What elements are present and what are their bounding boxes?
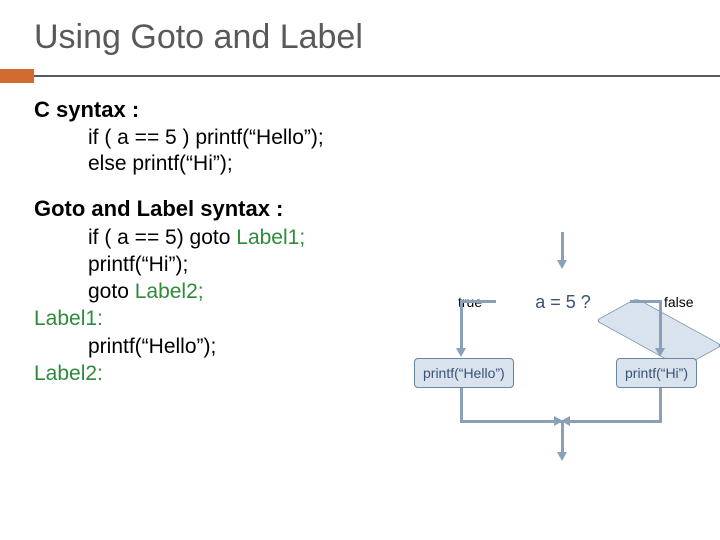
arrow-line <box>561 420 564 454</box>
process-box-right: printf(“Hi”) <box>616 358 697 388</box>
arrow-head-icon <box>456 348 466 357</box>
code-text: goto <box>88 280 135 303</box>
code-line: if ( a == 5 ) printf(“Hello”); <box>88 125 720 151</box>
arrow-line <box>561 232 564 262</box>
accent-bar <box>0 69 720 83</box>
arrow-line <box>460 420 564 423</box>
arrow-line <box>659 388 662 422</box>
goto-syntax-heading: Goto and Label syntax : <box>34 196 720 222</box>
accent-block <box>0 69 34 83</box>
false-label: false <box>664 294 694 310</box>
label-ref: Label1; <box>236 226 305 249</box>
decision-node: a = 5 ? <box>493 266 633 338</box>
slide-title: Using Goto and Label <box>0 0 720 61</box>
condition-text: a = 5 ? <box>535 292 591 313</box>
arrow-line <box>568 420 662 423</box>
code-line: else printf(“Hi”); <box>88 151 720 177</box>
arrow-head-icon <box>557 452 567 461</box>
arrow-line <box>460 388 463 422</box>
arrow-line <box>659 300 662 350</box>
label-ref: Label2; <box>135 280 204 303</box>
c-syntax-heading: C syntax : <box>34 97 720 123</box>
c-syntax-code: if ( a == 5 ) printf(“Hello”); else prin… <box>88 125 720 178</box>
arrow-line <box>460 300 496 303</box>
arrow-line <box>460 300 463 350</box>
accent-line <box>34 75 720 77</box>
code-text: if ( a == 5) goto <box>88 226 236 249</box>
process-box-left: printf(“Hello”) <box>414 358 514 388</box>
flowchart: a = 5 ? true false printf(“Hello”) print… <box>398 240 708 480</box>
arrow-line <box>630 300 662 303</box>
arrow-head-icon <box>655 348 665 357</box>
